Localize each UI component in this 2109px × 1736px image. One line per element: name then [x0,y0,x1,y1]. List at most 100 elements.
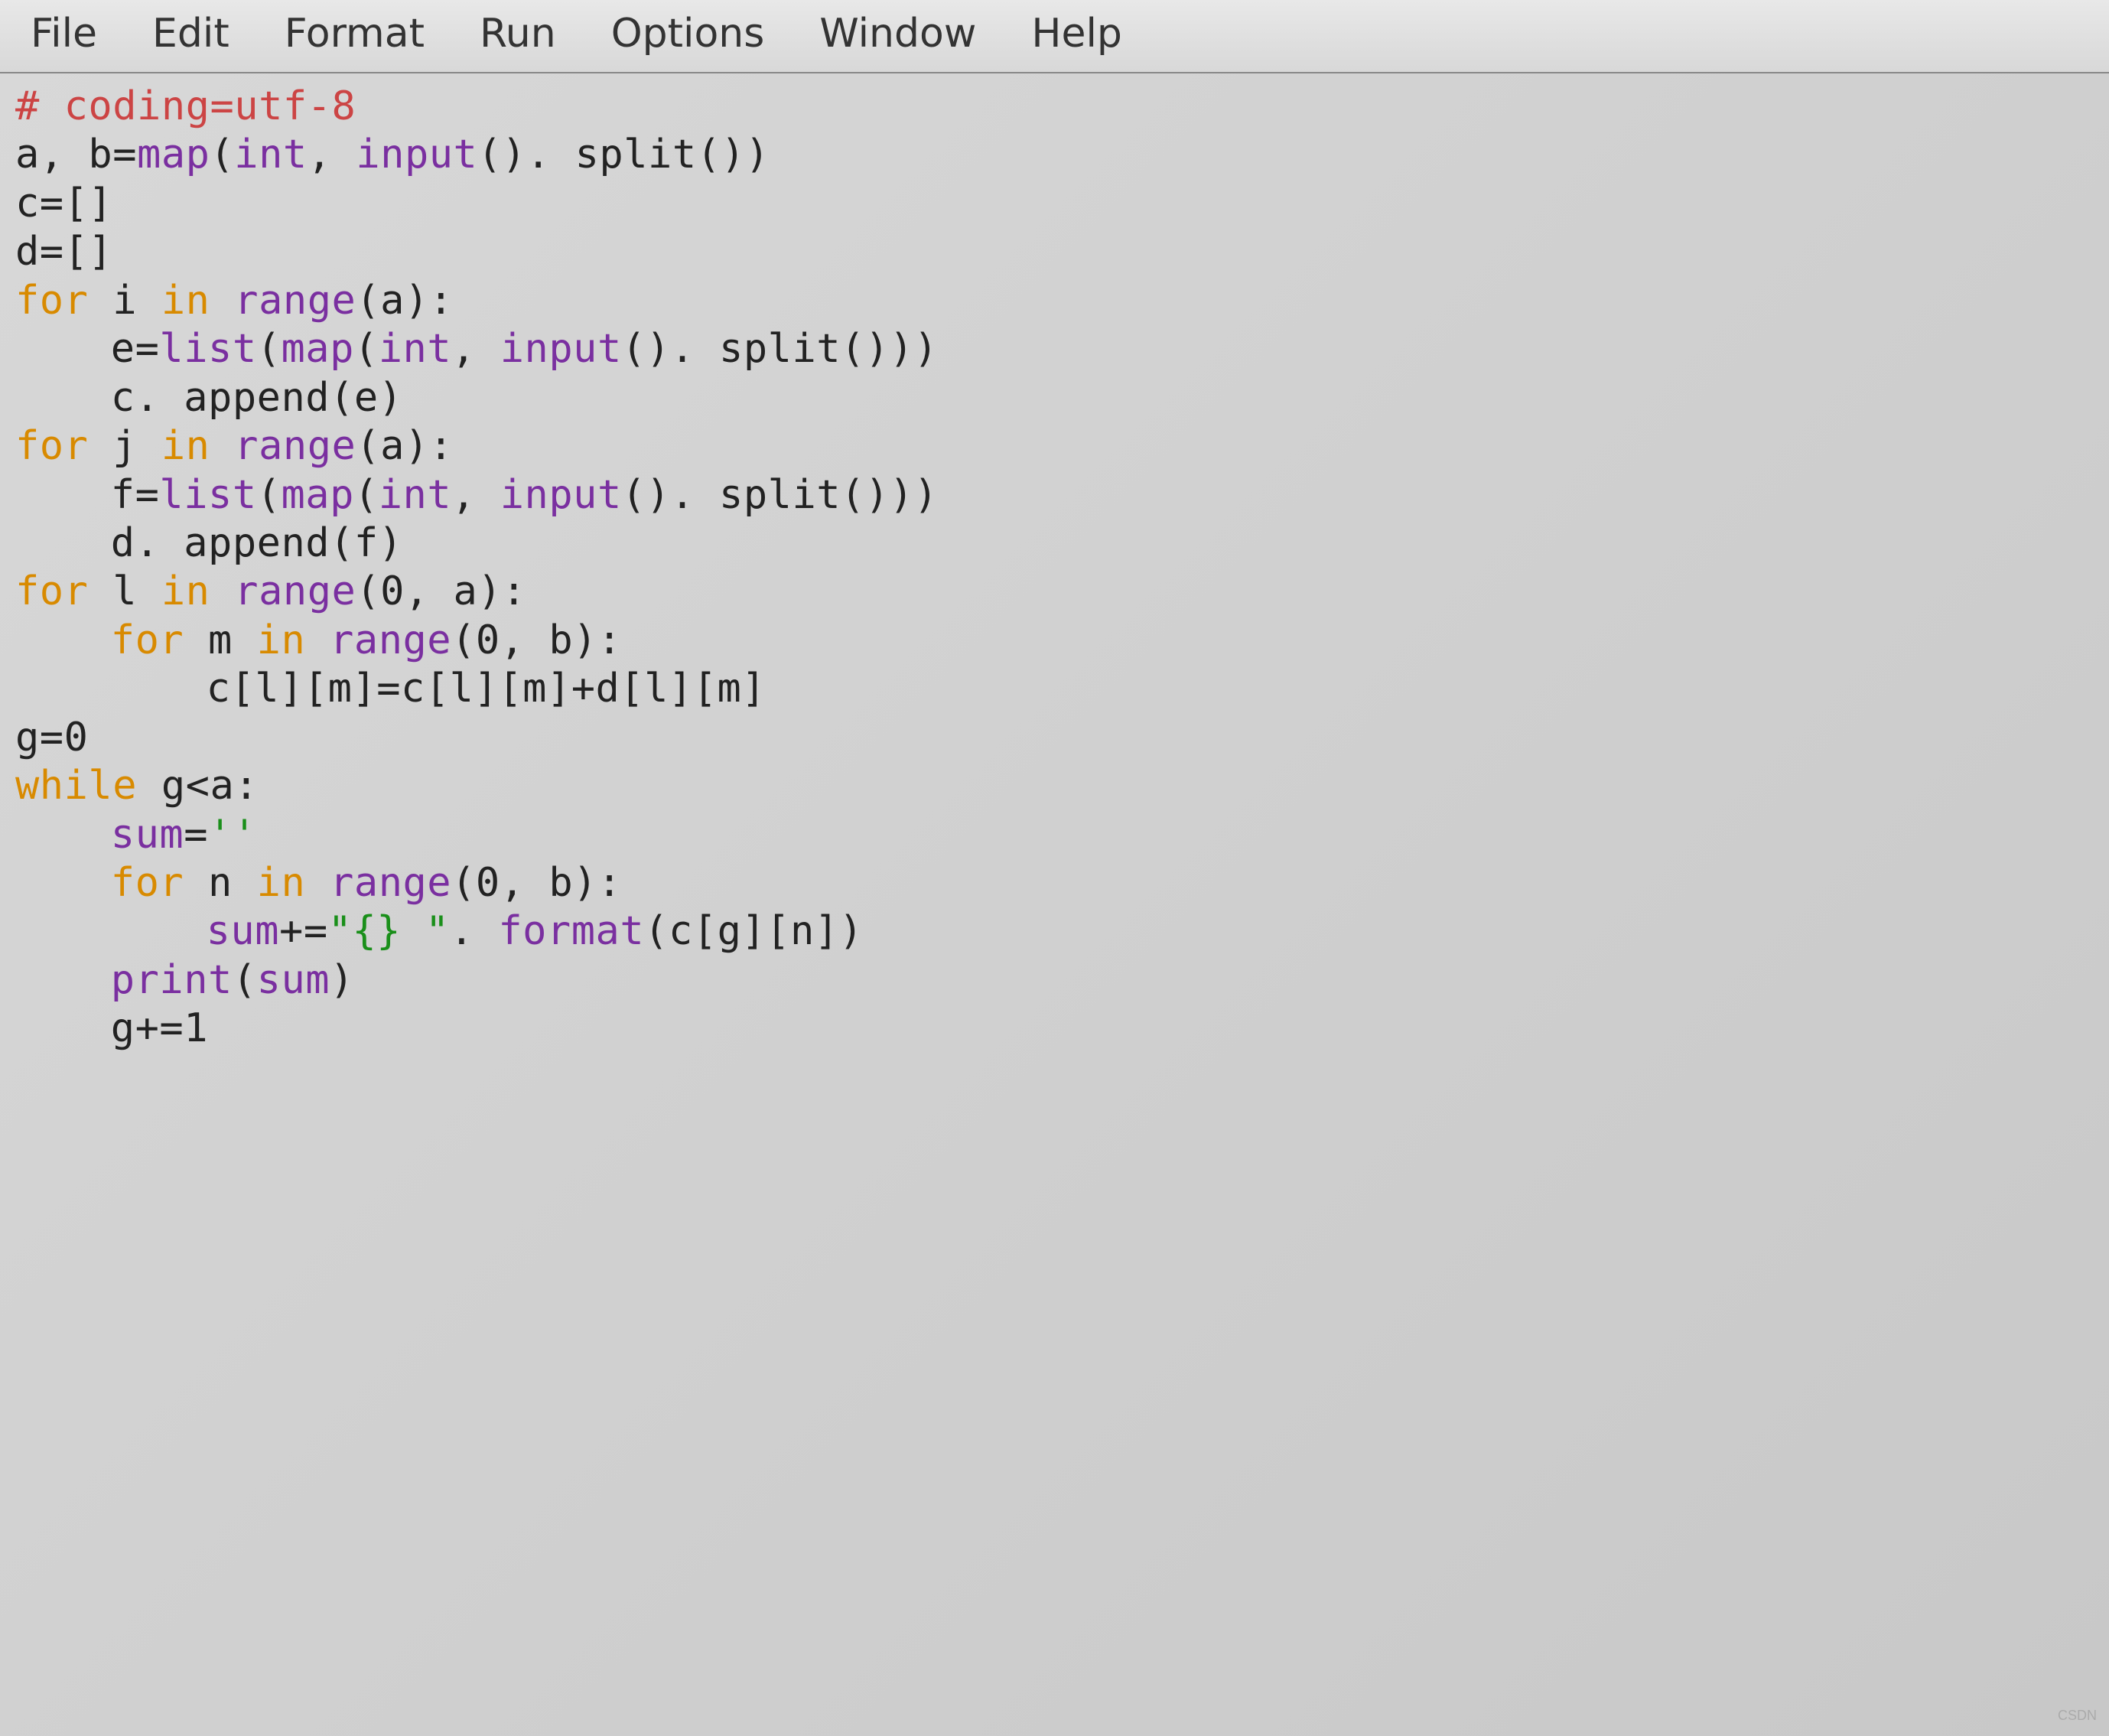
code-token-plain: ( [233,957,257,1003]
code-token-plain [210,278,234,324]
code-token-keyword: in [257,617,306,663]
code-line[interactable]: for m in range(0, b): [15,617,2094,665]
code-token-keyword: in [161,278,210,324]
code-token-builtin: input [356,132,477,178]
code-token-builtin: int [379,472,451,518]
code-token-string: '' [208,812,257,858]
code-line[interactable]: c=[] [15,180,2094,228]
code-token-builtin: list [159,326,256,372]
code-token-keyword: in [161,568,210,614]
code-token-builtin: range [234,278,356,324]
code-token-builtin: map [281,472,353,518]
menu-run[interactable]: Run [474,8,562,60]
code-token-comment: # coding=utf-8 [15,83,356,129]
menu-help[interactable]: Help [1025,8,1128,60]
menu-edit[interactable]: Edit [146,8,236,60]
code-line[interactable]: # coding=utf-8 [15,83,2094,131]
code-line[interactable]: g+=1 [15,1005,2094,1053]
code-token-builtin: map [137,132,210,178]
code-token-builtin: range [234,423,356,469]
menu-format[interactable]: Format [278,8,431,60]
code-token-builtin: list [159,472,256,518]
code-token-builtin: sum [257,957,330,1003]
code-token-plain: m [184,617,256,663]
code-token-plain: n [184,860,256,906]
menubar: File Edit Format Run Options Window Help [0,0,2109,73]
code-token-builtin: input [500,472,622,518]
code-line[interactable]: sum='' [15,811,2094,859]
code-token-builtin: format [498,908,644,954]
menu-file[interactable]: File [24,8,103,60]
code-token-keyword: for [15,423,88,469]
code-token-plain: d=[] [15,229,112,275]
code-token-plain [210,568,234,614]
code-token-builtin: int [379,326,451,372]
code-token-plain: , [308,132,356,178]
code-line[interactable]: for n in range(0, b): [15,859,2094,907]
code-token-builtin: print [111,957,233,1003]
code-token-builtin: sum [111,812,184,858]
code-line[interactable]: c[l][m]=c[l][m]+d[l][m] [15,665,2094,713]
code-line[interactable]: d. append(f) [15,519,2094,568]
code-line[interactable]: while g<a: [15,762,2094,810]
code-line[interactable]: for j in range(a): [15,422,2094,471]
code-token-builtin: int [234,132,307,178]
code-token-keyword: for [15,568,88,614]
code-token-plain: d. append(f) [111,520,403,566]
code-token-plain: c=[] [15,181,112,226]
code-token-plain: (0, b): [451,617,622,663]
code-token-builtin: range [234,568,356,614]
code-token-plain: l [88,568,161,614]
code-line[interactable]: print(sum) [15,956,2094,1005]
code-token-keyword: for [111,617,184,663]
code-token-plain: (0, a): [356,568,526,614]
code-token-plain: ) [330,957,354,1003]
code-token-plain [305,860,330,906]
code-token-plain: ( [257,326,282,372]
code-line[interactable]: d=[] [15,228,2094,276]
code-token-plain: , [451,326,500,372]
code-token-plain: c. append(e) [111,375,403,421]
code-line[interactable]: f=list(map(int, input(). split())) [15,471,2094,519]
menu-options[interactable]: Options [605,8,771,60]
code-token-plain: j [88,423,161,469]
code-token-plain: c[l][m]=c[l][m]+d[l][m] [207,666,766,712]
code-token-plain: ( [354,472,379,518]
code-token-keyword: for [15,278,88,324]
code-token-plain: f= [111,472,160,518]
code-token-plain: (a): [356,278,453,324]
code-line[interactable]: for i in range(a): [15,277,2094,325]
code-token-plain: ( [210,132,234,178]
code-token-keyword: for [111,860,184,906]
code-line[interactable]: c. append(e) [15,374,2094,422]
code-line[interactable]: a, b=map(int, input(). split()) [15,131,2094,179]
code-token-plain: (). split())) [622,326,939,372]
code-token-keyword: in [257,860,306,906]
code-token-plain: = [184,812,208,858]
code-token-builtin: range [330,860,451,906]
code-token-plain: g<a: [137,763,259,809]
code-token-plain: . [450,908,499,954]
code-token-plain: ( [354,326,379,372]
code-token-plain: a, b= [15,132,137,178]
code-line[interactable]: for l in range(0, a): [15,568,2094,616]
code-token-plain: (a): [356,423,453,469]
code-token-plain: i [88,278,161,324]
code-token-builtin: sum [207,908,279,954]
code-token-plain: e= [111,326,160,372]
code-line[interactable]: g=0 [15,714,2094,762]
watermark: CSDN [2058,1708,2097,1724]
code-token-plain: (c[g][n]) [644,908,863,954]
code-token-builtin: input [500,326,622,372]
menu-window[interactable]: Window [813,8,982,60]
code-token-plain: (). split()) [477,132,770,178]
code-line[interactable]: e=list(map(int, input(). split())) [15,325,2094,373]
code-token-builtin: range [330,617,451,663]
code-token-plain: g+=1 [111,1005,208,1051]
code-token-plain [210,423,234,469]
code-line[interactable]: sum+="{} ". format(c[g][n]) [15,907,2094,956]
code-token-keyword: in [161,423,210,469]
code-token-plain: , [451,472,500,518]
code-token-plain: g=0 [15,715,88,761]
code-editor[interactable]: # coding=utf-8a, b=map(int, input(). spl… [0,73,2109,1063]
